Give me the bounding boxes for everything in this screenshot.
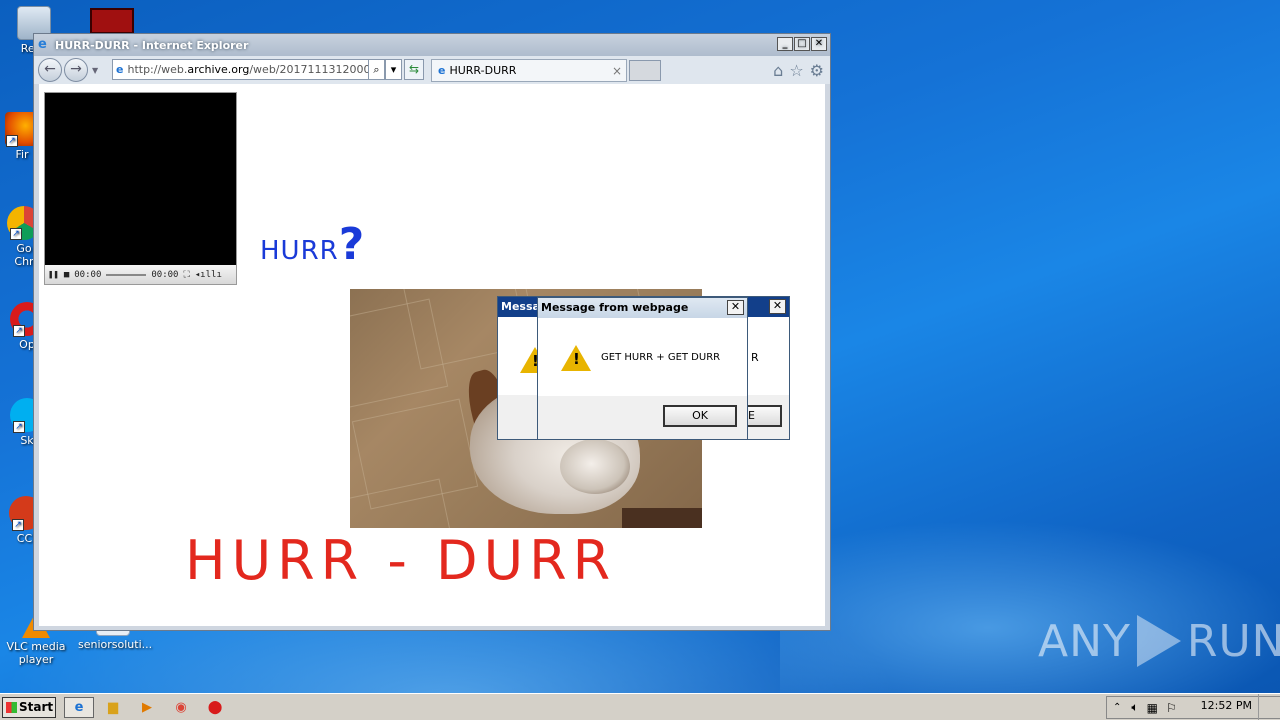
desktop-icon-label: VLC media [6, 640, 66, 653]
ie-navigation-bar: ← → ▼ e http://web. archive.org/web/20171… [34, 56, 830, 84]
desktop-icon-label: player [18, 653, 54, 666]
dialog-footer: OK [538, 396, 747, 438]
video-screen[interactable] [45, 93, 236, 265]
desktop-icon-label: Go [16, 242, 32, 255]
forward-button[interactable]: → [64, 58, 88, 82]
dialog-ok-button[interactable]: OK [663, 405, 737, 427]
acrobat-icon[interactable] [90, 8, 134, 34]
close-window-button[interactable]: ✕ [811, 37, 827, 51]
settings-gear-icon[interactable]: ⚙ [810, 61, 824, 80]
dialog-body: ! GET HURR + GET DURR [538, 318, 747, 396]
tray-expand-icon[interactable]: ⌃ [1113, 702, 1121, 713]
address-domain: archive.org [187, 63, 250, 76]
dialog-close-button[interactable]: ✕ [727, 300, 744, 315]
start-button[interactable]: Start [2, 697, 56, 718]
player-controls: ❚❚ ■ 00:00 00:00 ⛶ ◂ıllı [45, 265, 236, 284]
shortcut-arrow-icon: ↗ [6, 135, 18, 147]
taskbar-ie-icon[interactable]: e [64, 697, 94, 718]
back-button[interactable]: ← [38, 58, 62, 82]
warning-icon: ! [561, 345, 591, 371]
fullscreen-icon[interactable]: ⛶ [183, 270, 189, 280]
network-tray-icon[interactable]: ▦ [1147, 701, 1158, 715]
pause-icon[interactable]: ❚❚ [48, 270, 59, 280]
tab-close-icon[interactable]: × [612, 64, 622, 78]
shortcut-arrow-icon: ↗ [13, 421, 25, 433]
ie-title-bar[interactable]: e HURR-DURR - Internet Explorer _ □ ✕ [34, 34, 830, 56]
watermark-play-icon [1136, 615, 1181, 667]
watermark-right: RUN [1186, 615, 1280, 667]
dialog-message-fragment: R [751, 351, 759, 364]
dialog-ok-button-back[interactable]: E [743, 405, 782, 427]
address-tools: ⌕ ▾ [368, 59, 402, 80]
ok-button-fragment: E [748, 409, 755, 422]
current-time: 00:00 [74, 269, 102, 280]
total-time: 00:00 [151, 269, 179, 280]
anyrun-watermark: ANY RUN [1038, 615, 1280, 667]
ie-tab-icon: e [438, 64, 446, 77]
stop-icon[interactable]: ■ [64, 270, 69, 280]
system-tray: ⌃ 🔈︎ ▦ ⚐ [1106, 696, 1280, 719]
ie-toolbar-right: ⌂ ☆ ⚙ [773, 61, 824, 80]
taskbar-media-player-icon[interactable]: ▶ [132, 697, 162, 718]
desktop-icon-label: seniorsoluti... [78, 638, 153, 651]
flag-tray-icon[interactable]: ⚐ [1166, 701, 1177, 715]
maximize-button[interactable]: □ [794, 37, 810, 51]
compatibility-view-icon[interactable]: ⇆ [404, 59, 424, 80]
media-player[interactable]: ❚❚ ■ 00:00 00:00 ⛶ ◂ıllı [44, 92, 237, 285]
hurr-durr-heading: HURR - DURR [185, 529, 617, 592]
address-dropdown-icon[interactable]: ▾ [385, 59, 402, 80]
ie-logo-icon: e [38, 37, 47, 52]
windows-flag-icon [6, 702, 17, 713]
watermark-left: ANY [1038, 615, 1131, 667]
question-mark: ? [338, 219, 366, 270]
alert-dialog-front: Message from webpage ✕ ! GET HURR + GET … [537, 297, 748, 440]
ie-window-title: HURR-DURR - Internet Explorer [55, 38, 249, 52]
address-path: /web/20171113120005/ [249, 63, 382, 76]
start-label: Start [19, 700, 54, 714]
volume-tray-icon[interactable]: 🔈︎ [1131, 700, 1138, 715]
history-dropdown-icon[interactable]: ▼ [92, 66, 98, 75]
tab-hurr-durr[interactable]: e HURR-DURR × [431, 59, 627, 82]
desktop-icon-label: Fir [15, 148, 29, 161]
taskbar-explorer-icon[interactable]: ▆ [98, 697, 128, 718]
desktop-icon-label: Sk [20, 434, 34, 447]
hurr-question-heading: HURR? [260, 219, 365, 270]
favorites-star-icon[interactable]: ☆ [789, 61, 803, 80]
dialog-message: GET HURR + GET DURR [601, 352, 721, 363]
dialog-title-back: Messa [501, 300, 540, 313]
dialog-title: Message from webpage [541, 301, 689, 314]
volume-icon[interactable]: ◂ıllı [195, 270, 222, 280]
seek-slider[interactable] [106, 273, 147, 276]
shortcut-arrow-icon: ↗ [12, 519, 24, 531]
address-prefix: http://web. [127, 63, 188, 76]
hurr-word: HURR [260, 236, 339, 266]
minimize-button[interactable]: _ [777, 37, 793, 51]
tab-label: HURR-DURR [449, 64, 517, 77]
dialog-title-bar[interactable]: Message from webpage ✕ [538, 298, 747, 318]
taskbar-opera-icon[interactable]: ⬤ [200, 697, 230, 718]
address-bar[interactable]: e http://web. archive.org/web/20171113120… [112, 59, 398, 80]
search-icon[interactable]: ⌕ [368, 59, 385, 80]
taskbar: Start e ▆ ▶ ◉ ⬤ ⌃ 🔈︎ ▦ ⚐ 12:52 PM [0, 693, 1280, 720]
taskbar-clock[interactable]: 12:52 PM [1201, 699, 1252, 712]
window-controls: _ □ ✕ [777, 37, 827, 51]
taskbar-chrome-icon[interactable]: ◉ [166, 697, 196, 718]
shortcut-arrow-icon: ↗ [13, 325, 25, 337]
desktop-icon-label: Chr [14, 255, 34, 268]
show-desktop-button[interactable] [1258, 694, 1280, 720]
shortcut-arrow-icon: ↗ [10, 228, 22, 240]
home-icon[interactable]: ⌂ [773, 61, 783, 80]
new-tab-button[interactable] [629, 60, 661, 81]
dog-head [560, 439, 630, 494]
baseboard [622, 508, 702, 528]
ie-page-icon: e [116, 63, 124, 76]
dialog-close-button-back[interactable]: ✕ [769, 299, 786, 314]
